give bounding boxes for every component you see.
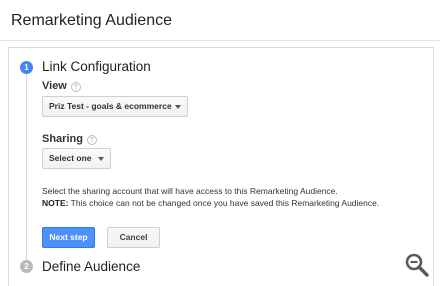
sharing-description: Select the sharing account that will hav… (42, 185, 379, 209)
cancel-button[interactable]: Cancel (107, 227, 160, 248)
step-2-title[interactable]: Define Audience (42, 259, 140, 274)
next-step-button[interactable]: Next step (42, 227, 95, 248)
sharing-dropdown-value: Select one (49, 153, 92, 163)
view-label-row: View? (42, 80, 81, 92)
note-label: NOTE: (42, 198, 69, 208)
description-line: Select the sharing account that will hav… (42, 186, 338, 196)
view-help-icon[interactable]: ? (70, 82, 81, 92)
sharing-label: Sharing (42, 133, 83, 145)
view-label: View (42, 80, 67, 92)
view-dropdown[interactable]: Priz Test - goals & ecommerce (42, 96, 188, 117)
note-text: This choice can not be changed once you … (68, 198, 380, 208)
sharing-dropdown[interactable]: Select one (42, 148, 111, 169)
magnifier-zoom-icon[interactable] (404, 252, 430, 278)
step-2-indicator: 2 (20, 260, 33, 273)
title-divider (0, 40, 440, 41)
step-1-title: Link Configuration (42, 59, 151, 74)
description-note: NOTE: This choice can not be changed onc… (42, 197, 379, 209)
page-title: Remarketing Audience (11, 12, 172, 29)
sharing-help-icon[interactable]: ? (86, 135, 97, 145)
view-caret-down-icon (175, 105, 181, 109)
sharing-caret-down-icon (98, 157, 104, 161)
step-connector-line (26, 74, 27, 260)
step-1-indicator: 1 (20, 61, 33, 74)
sharing-label-row: Sharing? (42, 133, 97, 145)
view-dropdown-value: Priz Test - goals & ecommerce (49, 101, 172, 111)
